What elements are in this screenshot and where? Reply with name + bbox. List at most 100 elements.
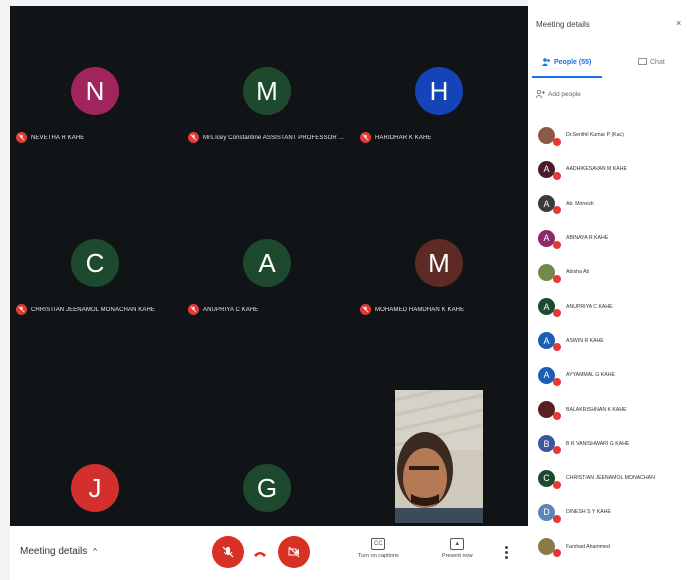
mic-off-icon (553, 377, 561, 386)
tab-people-label: People (55) (554, 58, 592, 66)
meeting-details-button[interactable]: Meeting details ^ (20, 546, 97, 557)
avatar: B (538, 435, 561, 455)
participant-name: Ab. Monesh (566, 200, 594, 207)
list-item[interactable]: Farshad Ahammed (538, 530, 686, 564)
avatar: A (538, 229, 561, 249)
mic-off-icon (553, 446, 561, 455)
participant-tile[interactable]: M Mrs.Icey Constantine ASSISTANT PROFESS… (182, 6, 352, 176)
list-item[interactable]: A ANUPRIYA C KAHE (538, 289, 686, 323)
present-now-button[interactable]: ▲ Present now (442, 538, 473, 559)
mic-off-icon (553, 309, 561, 318)
participant-name: NEVETHA R KAHE (31, 134, 85, 141)
mic-off-icon (188, 132, 199, 143)
participant-tile[interactable]: A ANUPRIYA C KAHE (182, 178, 352, 348)
participant-tile[interactable]: N NEVETHA R KAHE (10, 6, 180, 176)
participant-name: ANUPRIYA C KAHE (203, 306, 259, 313)
participant-name: Abisha Ab (566, 269, 590, 276)
participant-label: MOHAMED HAMDHAN K KAHE (360, 304, 524, 315)
list-item[interactable]: B B R VANISHWARI G KAHE (538, 427, 686, 461)
mic-off-icon (553, 240, 561, 249)
participant-name: DINESH S Y KAHE (566, 509, 611, 516)
participant-name: ASWIN R KAHE (566, 337, 604, 344)
add-person-icon (536, 90, 545, 98)
mic-off-icon (553, 137, 561, 146)
avatar (538, 126, 561, 146)
avatar: D (538, 503, 561, 523)
mic-off-icon (360, 304, 371, 315)
mic-off-icon (553, 171, 561, 180)
chat-icon (638, 58, 647, 65)
list-item[interactable]: A Ab. Monesh (538, 187, 686, 221)
captions-icon: CC (371, 538, 386, 550)
mic-toggle-button[interactable] (212, 536, 244, 568)
meeting-controls-bar: Meeting details ^ CC Turn on captions ▲ … (10, 526, 528, 580)
camera-toggle-button[interactable] (278, 536, 310, 568)
participant-name: Mrs.Icey Constantine ASSISTANT PROFESSOR… (203, 134, 344, 141)
participant-tile[interactable]: G (182, 406, 352, 526)
participant-avatar: M (243, 67, 291, 115)
participant-tile[interactable]: C CHRISTIAN JEENAMOL MONACHAN KAHE (10, 178, 180, 348)
captions-label: Turn on captions (358, 553, 399, 559)
participant-label: CHRISTIAN JEENAMOL MONACHAN KAHE (16, 304, 180, 315)
list-item[interactable]: A ABINAYA R KAHE (538, 221, 686, 255)
participant-name: AADHIKESAVAN M KAHE (566, 166, 627, 173)
list-item[interactable]: Abisha Ab (538, 255, 686, 289)
mic-off-icon (553, 480, 561, 489)
self-view-image (395, 390, 483, 523)
close-icon[interactable]: × (676, 18, 681, 28)
participants-list: Dr.Senthil Kumar P (Kac) A AADHIKESAVAN M… (538, 118, 686, 564)
camera-off-icon (288, 546, 300, 558)
participant-label: ANUPRIYA C KAHE (188, 304, 352, 315)
avatar: A (538, 160, 561, 180)
avatar: A (538, 332, 561, 352)
participant-name: B R VANISHWARI G KAHE (566, 440, 630, 447)
list-item[interactable]: Dr.Senthil Kumar P (Kac) (538, 118, 686, 152)
participant-avatar: H (415, 67, 463, 115)
list-item[interactable]: A AADHIKESAVAN M KAHE (538, 152, 686, 186)
participant-tile[interactable]: J (10, 406, 180, 526)
list-item[interactable]: D DINESH S Y KAHE (538, 495, 686, 529)
avatar (538, 401, 561, 421)
participant-name: ANUPRIYA C KAHE (566, 303, 613, 310)
participant-label: HARIDHAR K KAHE (360, 132, 524, 143)
participant-name: CHRISTIAN JEENAMOL MONACHAN KAHE (31, 306, 155, 313)
captions-button[interactable]: CC Turn on captions (358, 538, 399, 559)
tab-chat[interactable]: Chat (638, 58, 665, 66)
mic-off-icon (553, 412, 561, 421)
list-item[interactable]: A ASWIN R KAHE (538, 324, 686, 358)
people-icon (542, 58, 550, 66)
list-item[interactable]: C CHRISTIAN JEENAMOL MONACHAN (538, 461, 686, 495)
participant-avatar: G (243, 464, 291, 512)
tab-people[interactable]: People (55) (542, 58, 591, 66)
mic-off-icon (553, 343, 561, 352)
participant-name: MOHAMED HAMDHAN K KAHE (375, 306, 465, 313)
more-vert-icon[interactable] (505, 546, 509, 561)
mic-off-icon (553, 274, 561, 283)
list-item[interactable]: A AYYAMMAL G KAHE (538, 358, 686, 392)
participant-tile[interactable]: H HARIDHAR K KAHE (354, 6, 524, 176)
avatar: C (538, 469, 561, 489)
participant-avatar: M (415, 239, 463, 287)
participant-label: Mrs.Icey Constantine ASSISTANT PROFESSOR… (188, 132, 352, 143)
avatar (538, 263, 561, 283)
participant-tile[interactable]: M MOHAMED HAMDHAN K KAHE (354, 178, 524, 348)
chevron-up-icon: ^ (93, 547, 98, 556)
participant-avatar: J (71, 464, 119, 512)
list-item[interactable]: BALAKRISHNAN K KAHE (538, 392, 686, 426)
mic-off-icon (16, 132, 27, 143)
meeting-details-panel: Meeting details × People (55) Chat Add p… (528, 0, 687, 580)
add-people-label: Add people (548, 90, 581, 98)
mic-off-icon (553, 514, 561, 523)
mic-off-icon (222, 546, 234, 558)
present-icon: ▲ (450, 538, 465, 550)
avatar: A (538, 298, 561, 318)
participant-name: Dr.Senthil Kumar P (Kac) (566, 132, 624, 139)
add-people-button[interactable]: Add people (536, 90, 581, 98)
panel-title: Meeting details (536, 20, 590, 29)
avatar: A (538, 195, 561, 215)
participant-name: Farshad Ahammed (566, 543, 610, 550)
participant-avatar: N (71, 67, 119, 115)
hang-up-button[interactable] (253, 546, 267, 564)
present-label: Present now (442, 553, 473, 559)
self-view-video (395, 390, 483, 523)
